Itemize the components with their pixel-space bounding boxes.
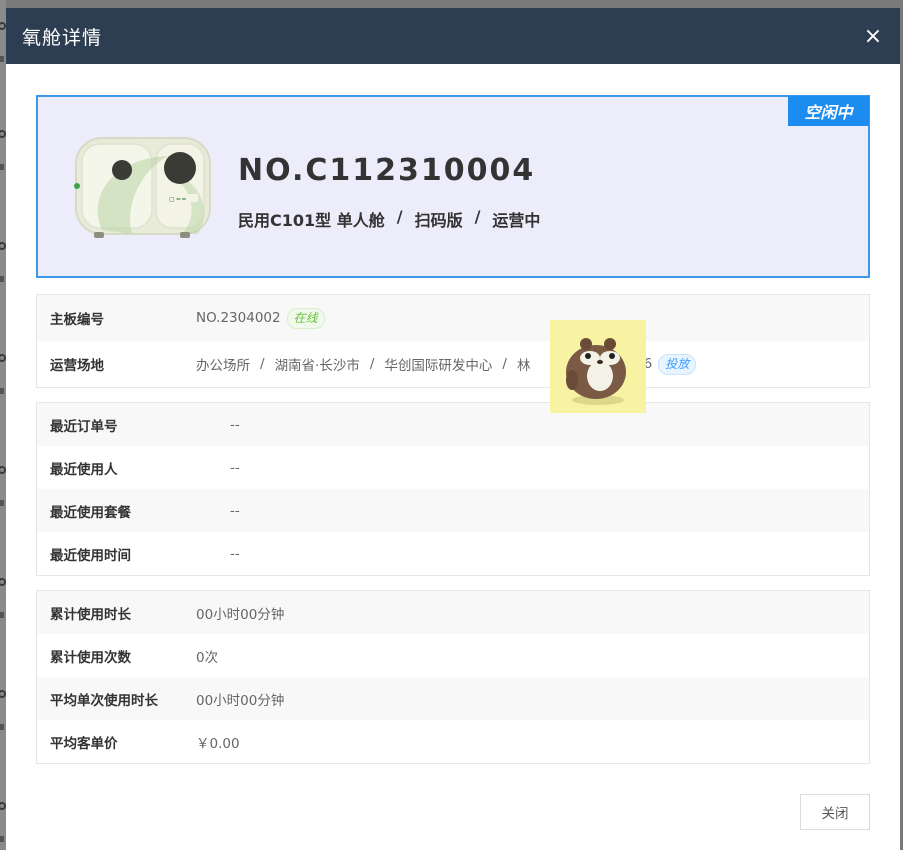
recent-usage-card: 最近订单号 -- 最近使用人 -- 最近使用套餐 -- 最近使用时间 --	[36, 402, 870, 576]
site-city: 湖南省·长沙市	[274, 358, 360, 374]
oxygen-chamber-device-image: ▢ ━ ━	[74, 137, 211, 238]
separator: /	[369, 356, 375, 372]
close-icon[interactable]: ×	[862, 24, 884, 49]
avg-price-value: ￥0.00	[196, 735, 240, 752]
recent-row: 最近使用套餐 --	[37, 489, 869, 532]
separator: /	[396, 207, 403, 226]
stats-row: 累计使用时长 00小时00分钟	[37, 591, 869, 634]
separator: /	[474, 207, 481, 226]
close-button[interactable]: 关闭	[800, 794, 870, 830]
device-mode: 扫码版	[414, 211, 463, 230]
avg-price-label: 平均客单价	[50, 735, 118, 752]
modal-header: 氧舱详情 ×	[6, 8, 900, 64]
total-count-value: 0次	[196, 649, 219, 666]
site-room-prefix: 林	[516, 358, 531, 374]
device-model: 民用C101型 单人舱	[238, 211, 385, 230]
site-label: 运营场地	[50, 358, 104, 374]
recent-user-value: --	[230, 459, 240, 476]
recent-row: 最近使用时间 --	[37, 532, 869, 575]
basic-info-card: 主板编号 NO.2304002 在线 运营场地 办公场所 / 湖南省·长沙市 /…	[36, 294, 870, 388]
site-name: 华创国际研发中心	[384, 358, 493, 374]
board-label: 主板编号	[50, 312, 104, 328]
board-number: NO.2304002	[196, 310, 281, 326]
site-type: 办公场所	[196, 358, 250, 374]
device-attributes: 民用C101型 单人舱 / 扫码版 / 运营中	[238, 207, 540, 231]
device-summary-card: 空闲中 ▢ ━ ━ NO.C112310004 民用C101型 单人舱 / 扫码…	[36, 95, 870, 278]
recent-package-label: 最近使用套餐	[50, 504, 131, 521]
online-tag: 在线	[286, 307, 325, 329]
device-number: NO.C112310004	[238, 153, 536, 188]
board-row: 主板编号 NO.2304002 在线	[37, 295, 869, 341]
recent-time-label: 最近使用时间	[50, 547, 131, 564]
background-page-top	[0, 0, 903, 8]
recent-user-label: 最近使用人	[50, 461, 118, 478]
recent-time-value: --	[230, 545, 240, 562]
avg-duration-value: 00小时00分钟	[196, 692, 285, 709]
board-value-wrap: NO.2304002 在线	[196, 307, 325, 329]
status-badge: 空闲中	[788, 96, 869, 126]
separator: /	[502, 356, 507, 372]
total-duration-value: 00小时00分钟	[196, 606, 285, 623]
avg-duration-label: 平均单次使用时长	[50, 692, 158, 709]
recent-order-value: --	[230, 416, 240, 433]
deployed-tag: 投放	[658, 353, 697, 375]
site-row: 运营场地 办公场所 / 湖南省·长沙市 / 华创国际研发中心 / 林 846 投…	[37, 341, 869, 387]
recent-package-value: --	[230, 502, 240, 519]
recent-order-label: 最近订单号	[50, 418, 118, 435]
hamster-sticker-icon	[550, 320, 646, 413]
usage-stats-card: 累计使用时长 00小时00分钟 累计使用次数 0次 平均单次使用时长 00小时0…	[36, 590, 870, 764]
recent-row: 最近使用人 --	[37, 446, 869, 489]
recent-row: 最近订单号 --	[37, 403, 869, 446]
total-duration-label: 累计使用时长	[50, 606, 131, 623]
separator: /	[260, 356, 265, 372]
device-state: 运营中	[492, 211, 541, 230]
chamber-detail-modal: 氧舱详情 × 空闲中 ▢ ━ ━ NO.C112310004 民用C101型 单…	[6, 8, 900, 850]
total-count-label: 累计使用次数	[50, 649, 131, 666]
stats-row: 平均客单价 ￥0.00	[37, 720, 869, 763]
modal-title: 氧舱详情	[22, 26, 103, 49]
stats-row: 累计使用次数 0次	[37, 634, 869, 677]
stats-row: 平均单次使用时长 00小时00分钟	[37, 677, 869, 720]
svg-text:▢ ━ ━: ▢ ━ ━	[169, 196, 186, 203]
